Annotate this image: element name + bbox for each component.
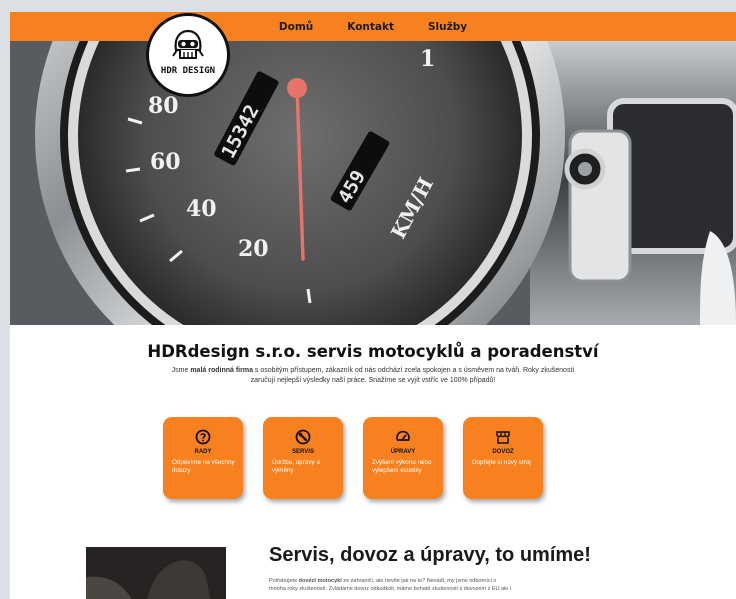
nav-link-contact[interactable]: Kontakt [347, 21, 394, 33]
speedometer-illustration: 20 40 60 80 1 15342 459 KM/H [10, 41, 736, 325]
gauge-icon [396, 430, 410, 441]
section-text-rest: ze zahraničí, ale nevíte jak na to? Neva… [341, 578, 497, 584]
intro-line-2: zaručují nejlepší výsledky naší práce. S… [250, 377, 496, 384]
hero-image: 20 40 60 80 1 15342 459 KM/H [10, 41, 736, 325]
speed-label-60: 60 [150, 149, 181, 175]
store-icon [496, 431, 510, 444]
page: Domů Kontakt Služby HDR DESIGN 20 40 60 … [10, 12, 736, 599]
card-title-dovoz: DOVOZ [492, 449, 514, 455]
skull-helmet-icon [172, 29, 204, 59]
card-dovoz[interactable]: DOVOZ Dopřejte si nový stroj [463, 417, 543, 499]
intro-rest: s osobitým přístupem, zákazník od nás od… [252, 367, 575, 374]
nav-link-services[interactable]: Služby [428, 21, 467, 33]
top-nav: Domů Kontakt Služby [10, 12, 736, 41]
wrench-circle-icon [295, 429, 311, 445]
logo-text: HDR DESIGN [160, 66, 216, 76]
speed-label-100: 1 [420, 46, 435, 72]
logo[interactable]: HDR DESIGN [146, 13, 230, 97]
speed-label-40: 40 [186, 196, 217, 222]
section-photo [86, 547, 226, 599]
intro-bold: malá rodinná firma [190, 367, 253, 374]
nav-link-home[interactable]: Domů [279, 21, 313, 33]
section-title: Servis, dovoz a úpravy, to umíme! [269, 544, 591, 566]
card-title-servis: SERVIS [292, 449, 314, 455]
intro-text: Jsme malá rodinná firma s osobitým příst… [10, 366, 736, 386]
card-title-rady: RADY [194, 449, 212, 455]
service-cards: RADY Odpovíme na všechny dotazy SERVIS Ú… [163, 417, 613, 499]
card-desc-dovoz: Dopřejte si nový stroj [472, 459, 531, 466]
speed-label-20: 20 [238, 236, 269, 262]
section-text-line-2: mnoha roky zkušeností. Zvládáme dovoz od… [269, 586, 512, 592]
section-text-prefix: Potřebujete [269, 578, 299, 584]
card-title-upravy: ÚPRAVY [390, 449, 416, 455]
question-circle-icon [195, 429, 211, 445]
intro-prefix: Jsme [171, 367, 191, 374]
section-text: Potřebujete dovézt motocykl ze zahraničí… [269, 577, 629, 593]
card-upravy[interactable]: ÚPRAVY Zvýšení výkonu nebo vylepšení est… [363, 417, 443, 499]
speed-label-80: 80 [148, 93, 179, 119]
card-rady[interactable]: RADY Odpovíme na všechny dotazy [163, 417, 243, 499]
card-desc-servis: Údržba, opravy a výměny [272, 459, 320, 474]
card-desc-upravy: Zvýšení výkonu nebo vylepšení estetiky [372, 459, 432, 474]
card-desc-rady: Odpovíme na všechny dotazy [172, 459, 235, 474]
needle-hub [287, 78, 307, 98]
card-servis[interactable]: SERVIS Údržba, opravy a výměny [263, 417, 343, 499]
company-title: HDRdesign s.r.o. servis motocyklů a pora… [147, 342, 599, 361]
section-text-bold: dovézt motocykl [298, 578, 342, 584]
